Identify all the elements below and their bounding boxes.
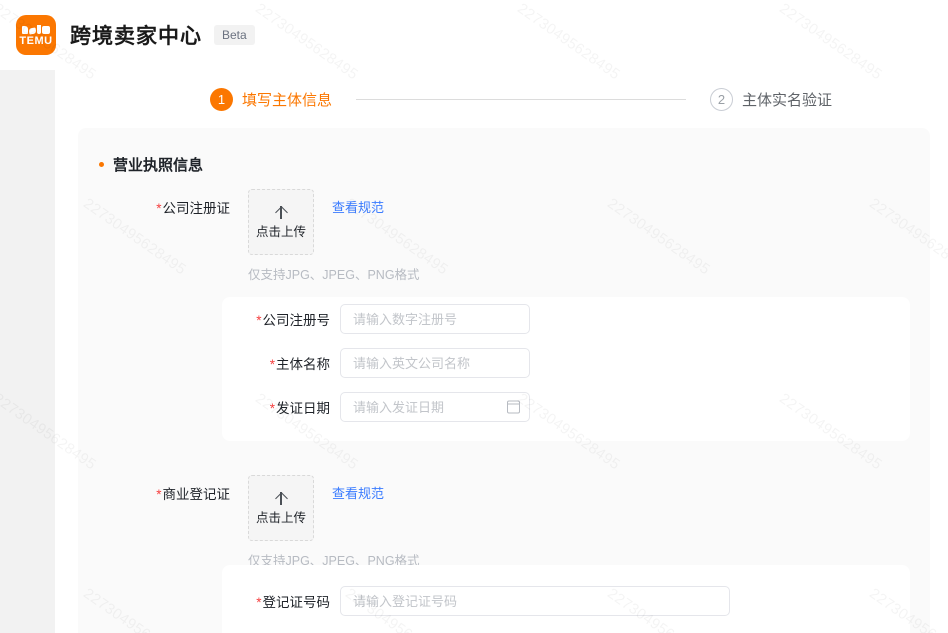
view-spec-link-business-registration[interactable]: 查看规范: [332, 483, 384, 502]
required-asterisk: *: [270, 401, 275, 416]
upload-main-company-registration: 点击上传 查看规范: [248, 189, 420, 255]
business-license-card: 营业执照信息 *公司注册证 点击上传 查看规范 仅支持JPG、JPEG、PNG格…: [78, 128, 930, 633]
upload-row-business-registration: *商业登记证 点击上传 查看规范 仅支持JPG、JPEG、PNG格式: [78, 465, 930, 569]
step-1-fill-entity-info[interactable]: 1 填写主体信息: [210, 88, 332, 111]
upload-row-company-registration: *公司注册证 点击上传 查看规范 仅支持JPG、JPEG、PNG格式: [78, 189, 930, 283]
view-spec-link-company-registration[interactable]: 查看规范: [332, 197, 384, 216]
stepper: 1 填写主体信息 2 主体实名验证: [210, 70, 832, 128]
upload-hint-company-registration: 仅支持JPG、JPEG、PNG格式: [248, 264, 420, 283]
temu-logo-glyphs: [22, 23, 50, 34]
page-title: 跨境卖家中心: [70, 20, 202, 50]
app-header: TEMU 跨境卖家中心 Beta: [0, 0, 948, 70]
bullet-icon: [99, 162, 104, 167]
field-label-registration-cert-number: *登记证号码: [222, 591, 330, 611]
form-row-entity-name: *主体名称: [222, 341, 910, 385]
form-row-company-reg-number: *公司注册号: [222, 297, 910, 341]
step-2-number: 2: [710, 88, 733, 111]
required-asterisk: *: [156, 201, 161, 216]
field-label-issue-date: *发证日期: [222, 397, 330, 417]
input-wrap-company-reg-number: [340, 304, 530, 334]
left-sidebar-rail: [0, 70, 55, 633]
field-label-entity-name: *主体名称: [222, 353, 330, 373]
stepper-connector-line: [356, 99, 686, 100]
section-header-business-license: 营业执照信息: [78, 128, 930, 175]
field-label-company-reg-number: *公司注册号: [222, 309, 330, 329]
upload-button-label: 点击上传: [256, 512, 306, 525]
step-2-entity-verification[interactable]: 2 主体实名验证: [710, 88, 832, 111]
step-2-label: 主体实名验证: [742, 89, 832, 110]
input-wrap-entity-name: [340, 348, 530, 378]
form-subpanel-business-registration: *登记证号码: [222, 565, 910, 633]
upload-button-business-registration[interactable]: 点击上传: [248, 475, 314, 541]
upload-main-business-registration: 点击上传 查看规范: [248, 475, 420, 541]
temu-logo[interactable]: TEMU: [16, 15, 56, 55]
required-asterisk: *: [256, 313, 261, 328]
registration-cert-number-input[interactable]: [340, 586, 730, 616]
upload-label-company-registration: *公司注册证: [140, 189, 230, 217]
temu-logo-text: TEMU: [19, 35, 52, 47]
input-wrap-issue-date: [340, 392, 530, 422]
required-asterisk: *: [270, 357, 275, 372]
form-subpanel-company-registration: *公司注册号 *主体名称 *发证日期: [222, 297, 910, 441]
form-row-registration-cert-number: *登记证号码: [222, 579, 910, 623]
form-row-issue-date: *发证日期: [222, 385, 910, 429]
company-reg-number-input[interactable]: [340, 304, 530, 334]
upload-arrow-icon: [274, 205, 288, 219]
required-asterisk: *: [156, 487, 161, 502]
upload-column-company-registration: 点击上传 查看规范 仅支持JPG、JPEG、PNG格式: [248, 189, 420, 283]
step-1-label: 填写主体信息: [242, 89, 332, 110]
beta-badge: Beta: [214, 25, 255, 45]
required-asterisk: *: [256, 595, 261, 610]
upload-label-business-registration: *商业登记证: [140, 475, 230, 503]
upload-column-business-registration: 点击上传 查看规范 仅支持JPG、JPEG、PNG格式: [248, 475, 420, 569]
entity-name-input[interactable]: [340, 348, 530, 378]
upload-button-label: 点击上传: [256, 226, 306, 239]
input-wrap-registration-cert-number: [340, 586, 730, 616]
section-title-text: 营业执照信息: [113, 154, 203, 175]
step-1-number: 1: [210, 88, 233, 111]
issue-date-input[interactable]: [340, 392, 530, 422]
upload-button-company-registration[interactable]: 点击上传: [248, 189, 314, 255]
upload-arrow-icon: [274, 491, 288, 505]
stepper-bar: 1 填写主体信息 2 主体实名验证: [55, 70, 948, 128]
